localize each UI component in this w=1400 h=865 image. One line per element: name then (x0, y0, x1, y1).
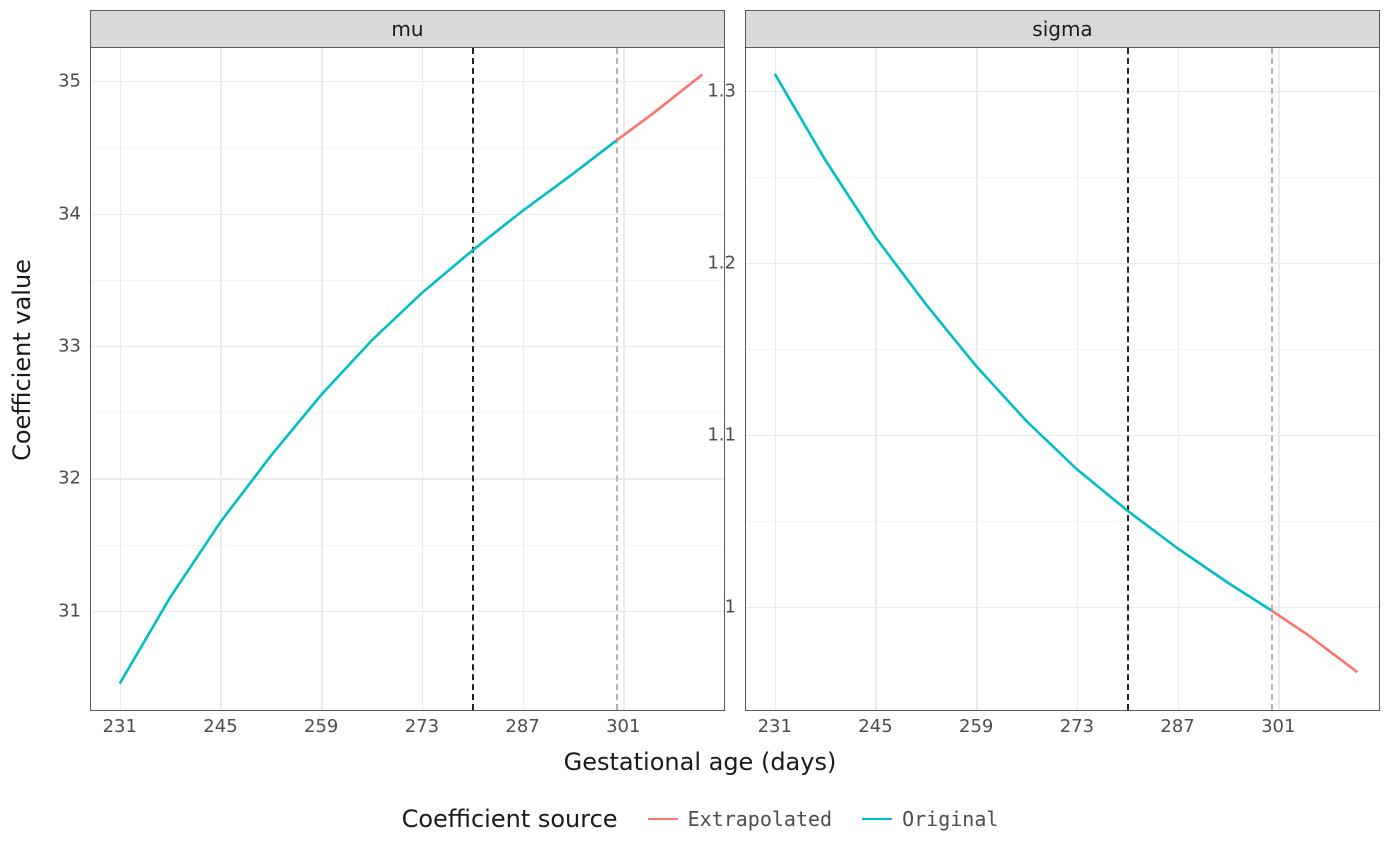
facet-label: mu (90, 10, 725, 47)
series-line (120, 141, 616, 684)
chart-root: Coefficient value mu 3132333435231245259… (0, 0, 1400, 865)
series-svg (91, 48, 724, 710)
y-axis-title: Coefficient value (8, 259, 36, 461)
x-tick-label: 301 (1261, 716, 1295, 737)
x-tick-label: 259 (959, 716, 993, 737)
y-tick-label: 34 (58, 203, 81, 224)
series-line (1271, 610, 1357, 672)
legend-item-label: Extrapolated (688, 807, 833, 831)
series-line (616, 74, 702, 140)
x-tick-label: 259 (304, 716, 338, 737)
x-tick-label: 301 (606, 716, 640, 737)
x-tick-label: 231 (103, 716, 137, 737)
facet-grid: mu 3132333435231245259273287301 sigma 11… (90, 10, 1380, 710)
legend-swatch (648, 818, 678, 821)
y-tick-label: 33 (58, 335, 81, 356)
x-tick-label: 245 (203, 716, 237, 737)
series-line (775, 74, 1271, 610)
x-tick-label: 287 (1160, 716, 1194, 737)
y-tick-label: 31 (58, 600, 81, 621)
x-tick-label: 245 (858, 716, 892, 737)
facet-label: sigma (745, 10, 1380, 47)
legend-title: Coefficient source (402, 805, 618, 833)
x-tick-label: 273 (1060, 716, 1094, 737)
y-tick-label: 1 (725, 596, 736, 617)
legend-item: Original (862, 807, 998, 831)
legend-item: Extrapolated (648, 807, 833, 831)
plot-area: 11.11.21.3231245259273287301 (745, 47, 1380, 711)
series-svg (746, 48, 1379, 710)
facet-panel: mu 3132333435231245259273287301 (90, 10, 725, 710)
y-tick-label: 1.3 (707, 80, 736, 101)
y-tick-label: 1.1 (707, 424, 736, 445)
y-tick-label: 32 (58, 468, 81, 489)
facet-panel: sigma 11.11.21.3231245259273287301 (745, 10, 1380, 710)
x-tick-label: 287 (505, 716, 539, 737)
y-tick-label: 35 (58, 71, 81, 92)
legend: Coefficient source Extrapolated Original (0, 805, 1400, 833)
x-tick-label: 273 (405, 716, 439, 737)
plot-area: 3132333435231245259273287301 (90, 47, 725, 711)
legend-item-label: Original (902, 807, 998, 831)
x-tick-label: 231 (758, 716, 792, 737)
legend-swatch (862, 818, 892, 821)
x-axis-title: Gestational age (days) (0, 748, 1400, 776)
y-tick-label: 1.2 (707, 252, 736, 273)
